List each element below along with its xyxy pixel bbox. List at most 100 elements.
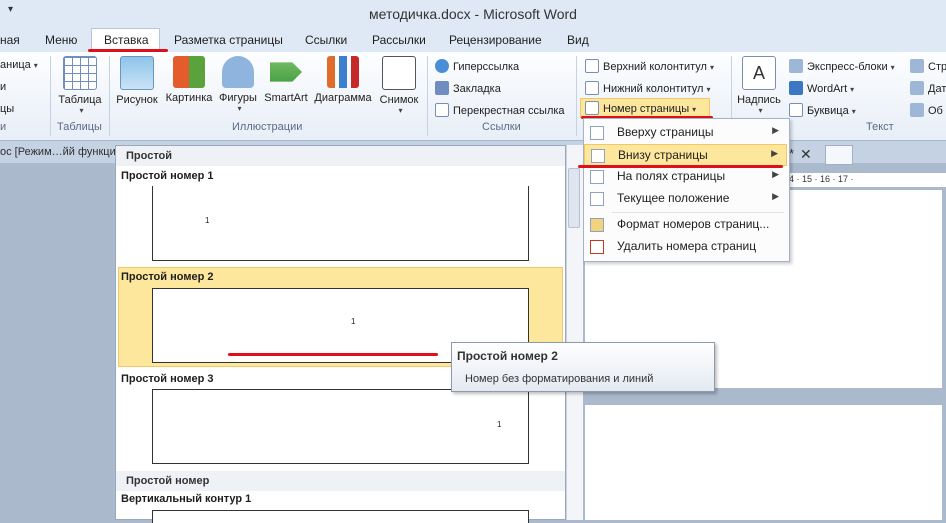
document-page[interactable] [585, 405, 942, 520]
tab-mailings[interactable]: Рассылки [372, 33, 426, 47]
title-bar: ▾ методичка.docx - Microsoft Word [0, 0, 946, 28]
tab-page-layout[interactable]: Разметка страницы [174, 33, 283, 47]
shapes-icon [222, 56, 254, 88]
chevron-right-icon: ▶ [771, 148, 778, 158]
menu-item-label: Внизу страницы [618, 148, 708, 162]
chevron-right-icon: ▶ [772, 125, 779, 135]
bookmark-icon [435, 81, 449, 95]
menu-item-current-position[interactable]: Текущее положение ▶ [584, 188, 787, 210]
page-number-icon [585, 101, 599, 115]
new-document-icon[interactable] [825, 145, 853, 165]
tooltip: Простой номер 2 Номер без форматирования… [451, 342, 715, 392]
cut-button-3[interactable]: цы [0, 103, 14, 115]
gallery-scroll-thumb[interactable] [568, 168, 580, 228]
date-time-button[interactable]: Дат [910, 81, 946, 95]
page-number-button[interactable]: Номер страницы ▾ [585, 101, 696, 115]
clipart-label: Картинка [165, 92, 213, 104]
tooltip-title: Простой номер 2 [457, 349, 558, 363]
gallery-item-title: Простой номер 3 [121, 373, 214, 385]
gallery-item-vertical-outline-1[interactable] [152, 510, 529, 523]
dropcap-button[interactable]: Буквица ▾ [789, 103, 856, 117]
tab-home-cut[interactable]: ная [0, 33, 20, 47]
wordart-button[interactable]: WordArt ▾ [789, 81, 854, 95]
menu-item-label: Формат номеров страниц... [617, 217, 770, 231]
chevron-down-icon: ▾ [237, 104, 242, 113]
chevron-right-icon: ▶ [772, 169, 779, 179]
chevron-down-icon: ▾ [79, 106, 84, 115]
cross-reference-button[interactable]: Перекрестная ссылка [435, 103, 565, 117]
gallery-item-plain-number-3[interactable]: 1 [152, 389, 529, 464]
tab-review[interactable]: Рецензирование [449, 33, 542, 47]
gallery-section-header: Простой [116, 146, 565, 166]
menu-item-format-page-numbers[interactable]: Формат номеров страниц... [584, 214, 787, 236]
menu-item-bottom-of-page[interactable]: Внизу страницы ▶ [584, 144, 787, 166]
separator [576, 56, 577, 136]
object-icon [910, 103, 924, 117]
gallery-item-plain-number-1[interactable]: 1 [152, 186, 529, 261]
chart-button[interactable]: Диаграмма [311, 56, 375, 104]
menu-item-label: Вверху страницы [617, 125, 714, 139]
current-position-icon [590, 192, 604, 206]
illustrations-group-label: Иллюстрации [232, 121, 303, 133]
close-tab-button[interactable]: ✕ [800, 146, 812, 163]
calendar-icon [910, 81, 924, 95]
menu-item-label: Удалить номера страниц [617, 239, 757, 253]
shapes-button[interactable]: Фигуры ▾ [216, 56, 260, 113]
cut-button-1[interactable]: аница ▾ [0, 59, 38, 71]
dropcap-icon [789, 103, 803, 117]
signature-line-button[interactable]: Стр [910, 59, 946, 73]
chevron-right-icon: ▶ [772, 191, 779, 201]
tooltip-description: Номер без форматирования и линий [465, 373, 654, 385]
screenshot-label: Снимок [379, 94, 419, 106]
red-underline-bottom-of-page [578, 165, 783, 168]
cut-button-2[interactable]: и [0, 81, 6, 93]
tab-view[interactable]: Вид [567, 33, 589, 47]
horizontal-ruler: 4 · 15 · 16 · 17 · [785, 173, 946, 187]
chart-label: Диаграмма [314, 92, 372, 104]
clipart-button[interactable]: Картинка [162, 56, 216, 104]
bookmark-button[interactable]: Закладка [435, 81, 501, 95]
camera-icon [382, 56, 416, 90]
page-number-menu: Вверху страницы ▶ Внизу страницы ▶ На по… [583, 118, 790, 262]
table-icon [63, 56, 97, 90]
screenshot-button[interactable]: Снимок ▾ [376, 56, 422, 115]
menu-item-page-margins[interactable]: На полях страницы ▶ [584, 166, 787, 188]
page-number-preview: 1 [205, 216, 210, 225]
menu-separator [612, 212, 784, 213]
picture-label: Рисунок [116, 94, 158, 106]
document-tab-label[interactable]: ос [Режим…йй функцио [0, 146, 122, 158]
gallery-item-title: Вертикальный контур 1 [121, 493, 252, 505]
chevron-down-icon: ▾ [398, 106, 403, 115]
menu-item-top-of-page[interactable]: Вверху страницы ▶ [584, 122, 787, 144]
header-button[interactable]: Верхний колонтитул ▾ [585, 59, 714, 73]
gallery-section-header: Простой номер [116, 471, 565, 491]
footer-button[interactable]: Нижний колонтитул ▾ [585, 81, 710, 95]
hyperlink-button[interactable]: Гиперссылка [435, 59, 519, 73]
text-group-label: Текст [866, 121, 894, 133]
chevron-down-icon: ▾ [758, 106, 763, 115]
separator [427, 56, 428, 136]
smartart-button[interactable]: SmartArt [261, 56, 311, 104]
picture-button[interactable]: Рисунок [113, 56, 161, 106]
menu-item-remove-page-numbers[interactable]: Удалить номера страниц [584, 236, 787, 258]
window-title: методичка.docx - Microsoft Word [369, 6, 577, 22]
gallery-item-title: Простой номер 2 [121, 271, 214, 283]
header-icon [585, 59, 599, 73]
table-button[interactable]: Таблица ▾ [55, 56, 105, 115]
page-number-gallery: Простой Простой номер 1 1 Простой номер … [115, 145, 566, 523]
format-icon [590, 218, 604, 232]
tab-insert[interactable]: Вставка [104, 33, 149, 47]
chart-icon [327, 56, 359, 88]
textbox-icon: A [742, 56, 776, 90]
quick-parts-button[interactable]: Экспресс-блоки ▾ [789, 59, 895, 73]
textbox-button[interactable]: A Надпись ▾ [735, 56, 783, 115]
tab-references[interactable]: Ссылки [305, 33, 347, 47]
smartart-label: SmartArt [264, 92, 308, 104]
remove-icon [590, 240, 604, 254]
footer-icon [585, 81, 599, 95]
object-button[interactable]: Об [910, 103, 943, 117]
shapes-label: Фигуры [219, 92, 257, 104]
gallery-item-title: Простой номер 1 [121, 170, 214, 182]
ruler-ticks: 4 · 15 · 16 · 17 · [789, 174, 854, 184]
tab-menu[interactable]: Меню [45, 33, 77, 47]
